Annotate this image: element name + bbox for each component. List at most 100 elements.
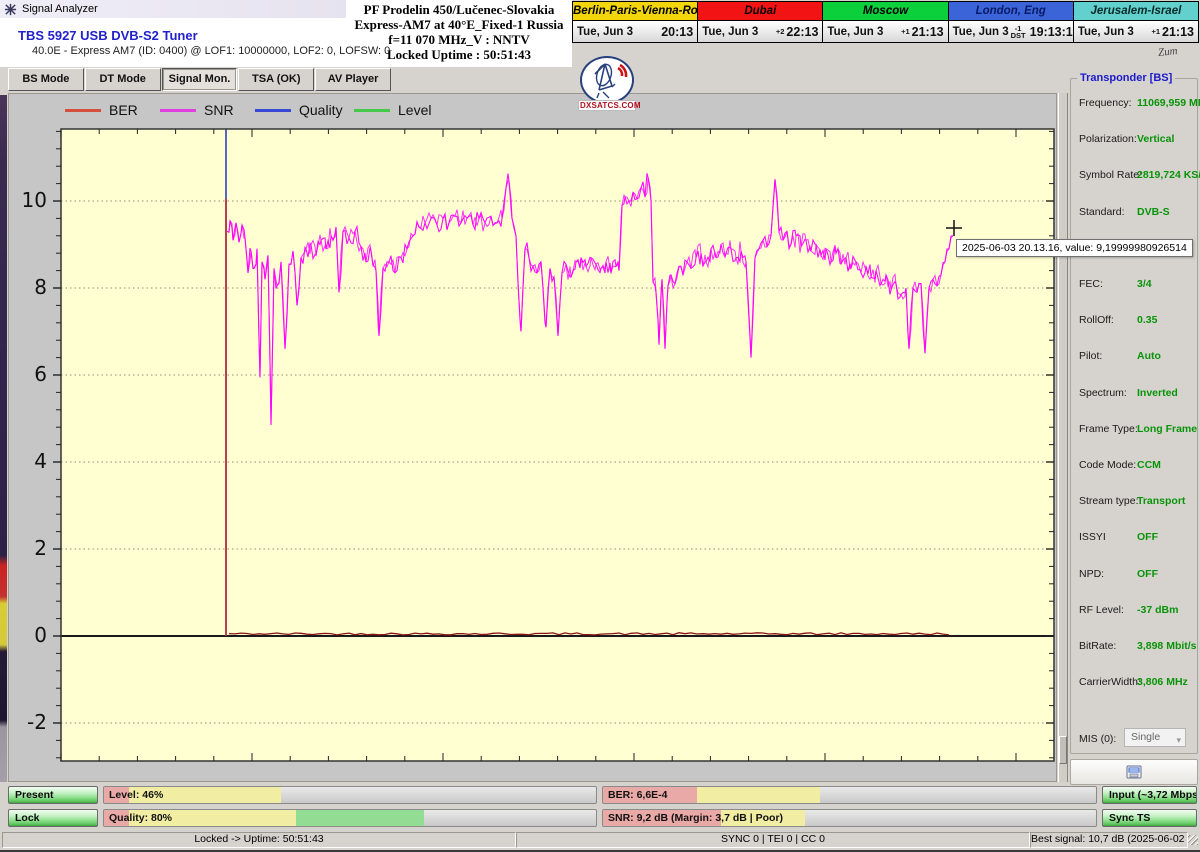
legend-label: BER — [109, 102, 138, 118]
y-tick-label: 2 — [11, 536, 47, 560]
legend-item-level: Level — [354, 102, 431, 118]
chevron-down-icon: ▾ — [1176, 732, 1181, 749]
legend-label: Quality — [299, 102, 343, 118]
transponder-field-value: OFF — [1137, 531, 1158, 543]
tab-bar: BS ModeDT ModeSignal Mon.TSA (OK)AV Play… — [8, 68, 392, 91]
tab-dt-mode[interactable]: DT Mode — [85, 68, 161, 91]
clock-date: Tue, Jun 3 — [827, 26, 883, 38]
transponder-field-label: RollOff: — [1079, 314, 1114, 326]
transponder-field-value: Inverted — [1137, 387, 1178, 399]
clock-time: 19:13:16 — [1030, 25, 1080, 39]
clock-time-row: Tue, Jun 320:13 — [573, 21, 697, 42]
mis-label: MIS (0): — [1079, 733, 1116, 745]
transponder-title: Transponder [BS] — [1077, 72, 1175, 84]
clock-date: Tue, Jun 3 — [577, 26, 633, 38]
progress-bar-level: Level: 46% — [103, 786, 597, 804]
tab-bs-mode[interactable]: BS Mode — [8, 68, 84, 91]
tab-tsa-ok-[interactable]: TSA (OK) — [238, 68, 314, 91]
clock-city-label: Berlin-Paris-Vienna-Roma — [573, 2, 697, 21]
chart-tooltip: 2025-06-03 20.13.16, value: 9,1999998092… — [956, 239, 1193, 257]
transponder-field-label: Pilot: — [1079, 350, 1102, 362]
mis-select[interactable]: Single ▾ — [1124, 728, 1186, 747]
bar-segment — [296, 810, 424, 826]
save-button[interactable] — [1070, 759, 1198, 785]
transponder-field-value: DVB-S — [1137, 206, 1170, 218]
bar-label: BER: 6,6E-4 — [608, 787, 668, 804]
clock-city-label: London, Eng — [949, 2, 1073, 21]
clock-time: 21:13 — [1162, 25, 1194, 39]
clock-utc-offset: -1DST — [1009, 25, 1028, 39]
transponder-field-label: RF Level: — [1079, 604, 1124, 616]
site-header: PF Prodelin 450/Lučenec-Slovakia Express… — [346, 2, 572, 62]
clock-date: Tue, Jun 3 — [702, 26, 758, 38]
transponder-field-value: Long Frame — [1137, 423, 1197, 435]
bar-label: SNR: 9,2 dB (Margin: 3,7 dB | Poor) — [608, 810, 783, 827]
y-tick-label: 6 — [11, 362, 47, 386]
tab-av-player[interactable]: AV Player — [315, 68, 391, 91]
statusbar-uptime: Locked -> Uptime: 50:51:43 — [2, 832, 516, 848]
clock-time-row: Tue, Jun 3 +222:13 — [698, 21, 822, 42]
resize-grip-icon — [1188, 835, 1198, 845]
splitter-handle[interactable] — [1059, 736, 1067, 764]
offset-value: +1 — [901, 28, 910, 35]
bar-label: Level: 46% — [109, 787, 163, 804]
bar-segment — [697, 787, 820, 803]
transponder-field-label: FEC: — [1079, 278, 1103, 290]
clock-utc-offset: +1 — [899, 28, 912, 35]
offset-value: +2 — [776, 28, 785, 35]
world-clocks: Berlin-Paris-Vienna-RomaTue, Jun 320:13D… — [572, 1, 1199, 43]
transponder-groupbox: Transponder [BS] Frequency:11069,959 MHz… — [1070, 78, 1198, 754]
transponder-field-value: Transport — [1137, 495, 1185, 507]
clock-date: Tue, Jun 3 — [1078, 26, 1134, 38]
panel-splitter[interactable] — [1058, 93, 1068, 782]
tuner-subtitle: 40.0E - Express AM7 (ID: 0400) @ LOF1: 1… — [32, 45, 390, 57]
mis-value: Single — [1131, 731, 1160, 743]
signal-analyzer-window: Signal Analyzer TBS 5927 USB DVB-S2 Tune… — [0, 0, 1200, 852]
progress-bar-snr: SNR: 9,2 dB (Margin: 3,7 dB | Poor) — [602, 809, 1097, 827]
legend-line-swatch — [354, 109, 390, 112]
transponder-panel: Transponder [BS] Frequency: 11069,959 MHz… — [1068, 70, 1200, 782]
tab-signal-mon-[interactable]: Signal Mon. — [162, 68, 238, 91]
transponder-field-value: 3,898 Mbit/s — [1137, 640, 1197, 652]
clock-city-label: Jerusalem-Israel — [1074, 2, 1198, 21]
transponder-field-label: Frequency: — [1079, 97, 1132, 109]
transponder-field-value: 3/4 — [1137, 278, 1152, 290]
transponder-field-value: 0.35 — [1137, 314, 1157, 326]
legend-item-ber: BER — [65, 102, 138, 118]
clock-moscow: Moscow Tue, Jun 3 +121:13 — [823, 2, 948, 42]
title-bar: Signal Analyzer — [0, 0, 350, 19]
clock-jerusalem-israel: Jerusalem-Israel Tue, Jun 3 +121:13 — [1074, 2, 1198, 42]
clock-utc-offset: +1 — [1149, 28, 1162, 35]
transponder-field-label: Spectrum: — [1079, 387, 1127, 399]
background-window-sliver — [0, 95, 7, 782]
clock-time: 22:13 — [786, 25, 818, 39]
status-bar: Locked -> Uptime: 50:51:43SYNC 0 | TEI 0… — [0, 832, 1200, 848]
progress-bar-ber: BER: 6,6E-4 — [602, 786, 1097, 804]
site-line-3: f=11 070 MHz_V : NNTV — [346, 32, 572, 47]
transponder-field-label: Stream type: — [1079, 495, 1139, 507]
site-line-2: Express-AM7 at 40°E_Fixed-1 Russia — [346, 17, 572, 32]
clock-time-row: Tue, Jun 3-1DST19:13:16 — [949, 21, 1073, 42]
clock-time: 21:13 — [912, 25, 944, 39]
y-tick-label: 4 — [11, 449, 47, 473]
bar-label: Quality: 80% — [109, 810, 172, 827]
offset-value: +1 — [1151, 28, 1160, 35]
app-title: Signal Analyzer — [22, 3, 98, 15]
app-icon — [4, 3, 17, 16]
transponder-field-value: 11069,959 MHz — [1137, 97, 1200, 109]
transponder-field-value: Auto — [1137, 350, 1161, 362]
statusbar-best: Best signal: 10,7 dB (2025-06-02 13:17) — [1030, 832, 1188, 848]
corner-signature: Zum — [1157, 45, 1178, 59]
legend-item-snr: SNR — [160, 102, 234, 118]
site-line-1: PF Prodelin 450/Lučenec-Slovakia — [346, 2, 572, 17]
signal-plot — [51, 119, 1064, 771]
y-tick-label: -2 — [11, 710, 47, 734]
legend-line-swatch — [160, 109, 196, 112]
transponder-field-value: OFF — [1137, 568, 1158, 580]
transponder-field-label: Polarization: — [1079, 133, 1137, 145]
indicator-lock: Lock — [8, 809, 98, 827]
transponder-field-label: ISSYI — [1079, 531, 1106, 543]
clock-city-label: Moscow — [823, 2, 947, 21]
legend-line-swatch — [255, 109, 291, 112]
clock-time-row: Tue, Jun 3 +121:13 — [823, 21, 947, 42]
